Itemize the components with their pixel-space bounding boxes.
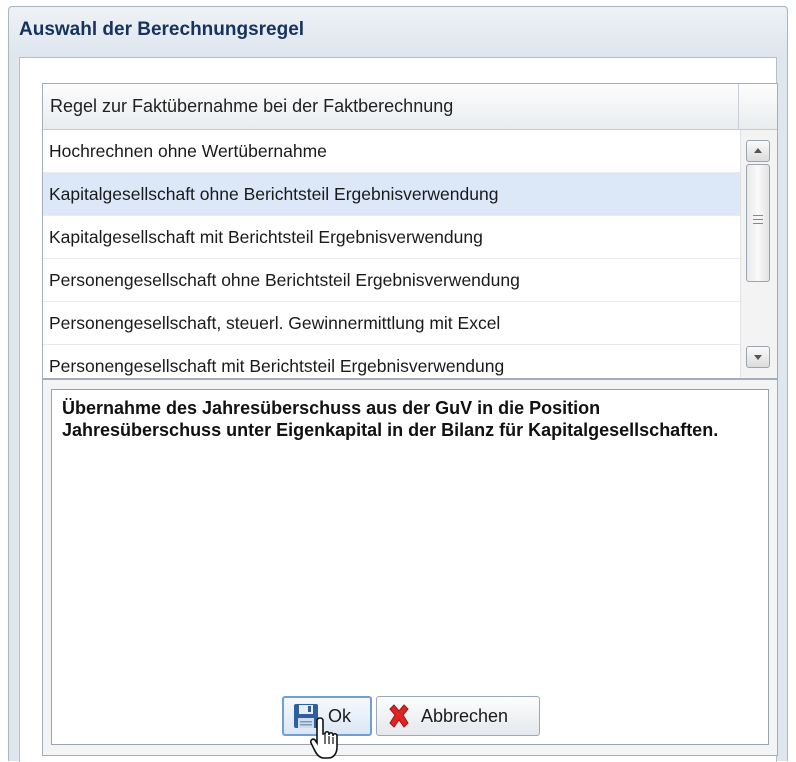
arrow-down-icon — [754, 355, 762, 360]
grip-icon — [753, 215, 763, 227]
cancel-button-label: Abbrechen — [421, 705, 509, 726]
cancel-button[interactable]: Abbrechen — [376, 696, 540, 736]
scroll-thumb[interactable] — [746, 164, 770, 282]
scroll-up-button[interactable] — [746, 140, 770, 162]
arrow-up-icon — [754, 148, 762, 153]
grid-body: Hochrechnen ohne Wertübernahme Kapitalge… — [43, 130, 740, 378]
list-item[interactable]: Personengesellschaft, steuerl. Gewinnerm… — [43, 302, 740, 345]
list-item-selected[interactable]: Kapitalgesellschaft ohne Berichtsteil Er… — [43, 173, 740, 216]
vertical-scrollbar[interactable] — [740, 130, 777, 378]
list-item[interactable]: Personengesellschaft mit Berichtsteil Er… — [43, 345, 740, 378]
rules-grid: Regel zur Faktübernahme bei der Faktbere… — [42, 83, 778, 379]
close-icon — [385, 702, 413, 730]
list-item[interactable]: Personengesellschaft ohne Berichtsteil E… — [43, 259, 740, 302]
list-item[interactable]: Hochrechnen ohne Wertübernahme — [43, 130, 740, 173]
dialog-title: Auswahl der Berechnungsregel — [9, 7, 787, 53]
grid-header: Regel zur Faktübernahme bei der Faktbere… — [43, 84, 777, 130]
scroll-down-button[interactable] — [746, 346, 770, 368]
hand-cursor-icon — [310, 717, 338, 759]
rule-selection-dialog: Auswahl der Berechnungsregel Regel zur F… — [8, 6, 788, 762]
list-item[interactable]: Kapitalgesellschaft mit Berichtsteil Erg… — [43, 216, 740, 259]
column-header-rule[interactable]: Regel zur Faktübernahme bei der Faktbere… — [43, 84, 739, 129]
rule-description: Übernahme des Jahresüberschuss aus der G… — [51, 389, 769, 745]
dialog-body: Regel zur Faktübernahme bei der Faktbere… — [19, 57, 778, 762]
